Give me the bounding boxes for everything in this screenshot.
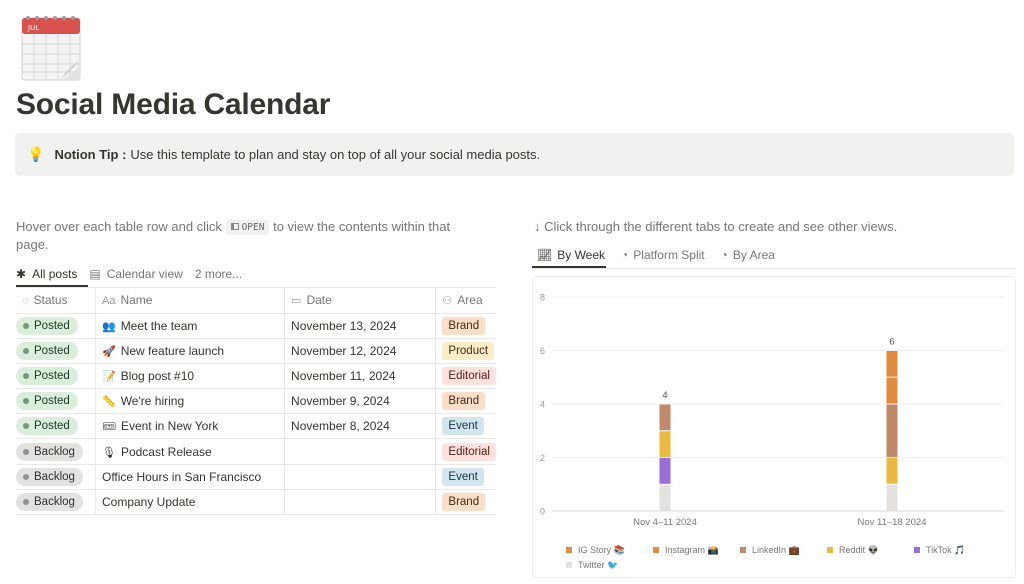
chart-frame xyxy=(532,276,1016,578)
legend-swatch xyxy=(914,547,920,553)
legend-label: LinkedIn 💼 xyxy=(752,545,800,555)
legend-swatch xyxy=(566,562,572,568)
y-tick-label: 2 xyxy=(540,453,545,463)
x-tick-label: Nov 11–18 2024 xyxy=(857,517,926,528)
y-tick-label: 0 xyxy=(540,507,545,517)
bar-total-label: 6 xyxy=(889,337,894,348)
bar-segment xyxy=(886,458,898,484)
legend-item[interactable]: Instagram 📸 xyxy=(653,543,719,558)
legend-swatch xyxy=(740,547,746,553)
bar-segment xyxy=(659,404,671,431)
legend-item[interactable]: Twitter 🐦 xyxy=(566,558,618,573)
legend-label: IG Story 📚 xyxy=(578,545,625,555)
legend-label: Reddit 👽 xyxy=(839,545,879,555)
legend-item[interactable]: Reddit 👽 xyxy=(827,543,879,558)
bar-segment xyxy=(886,351,898,377)
legend-item[interactable]: LinkedIn 💼 xyxy=(740,543,800,558)
legend-label: Twitter 🐦 xyxy=(578,560,619,570)
legend-swatch xyxy=(653,547,659,553)
bar-segment xyxy=(886,404,898,457)
legend-item[interactable]: TikTok 🎵 xyxy=(914,543,965,558)
legend-swatch xyxy=(566,547,572,553)
legend-swatch xyxy=(827,547,833,553)
weekly-posts-chart: 0 2 4 6 8 4 Nov 4–11 2024 6 Nov 11–18 2024 xyxy=(532,276,1016,578)
bar-segment xyxy=(886,484,898,511)
legend-label: TikTok 🎵 xyxy=(926,545,966,555)
bar-total-label: 4 xyxy=(662,390,667,401)
y-tick-label: 4 xyxy=(540,400,545,410)
y-tick-label: 6 xyxy=(540,346,545,356)
bar-segment xyxy=(659,458,671,484)
x-tick-label: Nov 4–11 2024 xyxy=(633,517,697,528)
bar-segment xyxy=(659,484,671,511)
legend-item[interactable]: IG Story 📚 xyxy=(566,543,625,558)
bar-segment xyxy=(659,431,671,457)
legend-label: Instagram 📸 xyxy=(665,545,719,555)
y-tick-label: 8 xyxy=(540,293,545,303)
bar-segment xyxy=(886,377,898,404)
